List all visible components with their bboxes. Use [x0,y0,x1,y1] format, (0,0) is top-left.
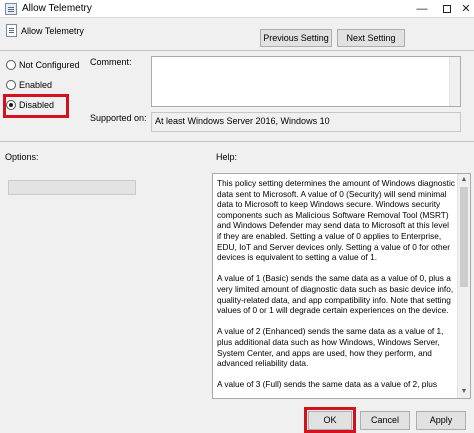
radio-label: Enabled [19,79,53,90]
help-paragraph: A value of 3 (Full) sends the same data … [217,379,437,390]
supported-on-value: At least Windows Server 2016, Windows 10 [151,112,461,132]
window-title: Allow Telemetry [22,3,92,14]
close-button[interactable]: ✕ [452,0,474,18]
minimize-button[interactable]: — [408,0,436,18]
options-panel [2,173,209,399]
supported-on-label: Supported on: [90,113,147,123]
options-dropdown-disabled [8,180,136,195]
help-paragraph: A value of 2 (Enhanced) sends the same d… [217,326,444,369]
radio-circle[interactable] [6,79,16,90]
help-paragraph: This policy setting determines the amoun… [217,178,455,263]
radio-label: Not Configured [19,59,80,70]
scroll-down-icon[interactable]: ▼ [458,386,470,398]
scroll-up-icon[interactable]: ▲ [458,174,470,186]
scroll-thumb[interactable] [460,187,468,287]
apply-button[interactable]: Apply [416,411,466,430]
comment-textarea[interactable] [151,56,461,107]
radio-enabled[interactable]: Enabled [6,78,52,91]
radio-circle[interactable] [6,59,16,70]
section-divider [0,141,474,142]
previous-setting-button[interactable]: Previous Setting [260,29,332,47]
help-paragraph: A value of 1 (Basic) sends the same data… [217,273,454,316]
radio-not-configured[interactable]: Not Configured [6,58,80,71]
policy-app-icon [5,3,17,15]
help-text: This policy setting determines the amoun… [217,178,455,400]
setting-icon [6,24,17,37]
policy-name: Allow Telemetry [21,26,84,36]
help-scrollbar[interactable]: ▲ ▼ [457,174,470,398]
ok-highlight [304,407,356,433]
options-label: Options: [5,152,39,162]
comment-scrollbar[interactable] [449,57,460,106]
next-setting-button[interactable]: Next Setting [337,29,405,47]
help-panel: This policy setting determines the amoun… [212,173,471,399]
header-divider [0,50,474,51]
help-label: Help: [216,152,238,162]
disabled-highlight [3,94,69,118]
comment-label: Comment: [90,57,132,67]
maximize-icon [443,5,451,14]
cancel-button[interactable]: Cancel [360,411,410,430]
